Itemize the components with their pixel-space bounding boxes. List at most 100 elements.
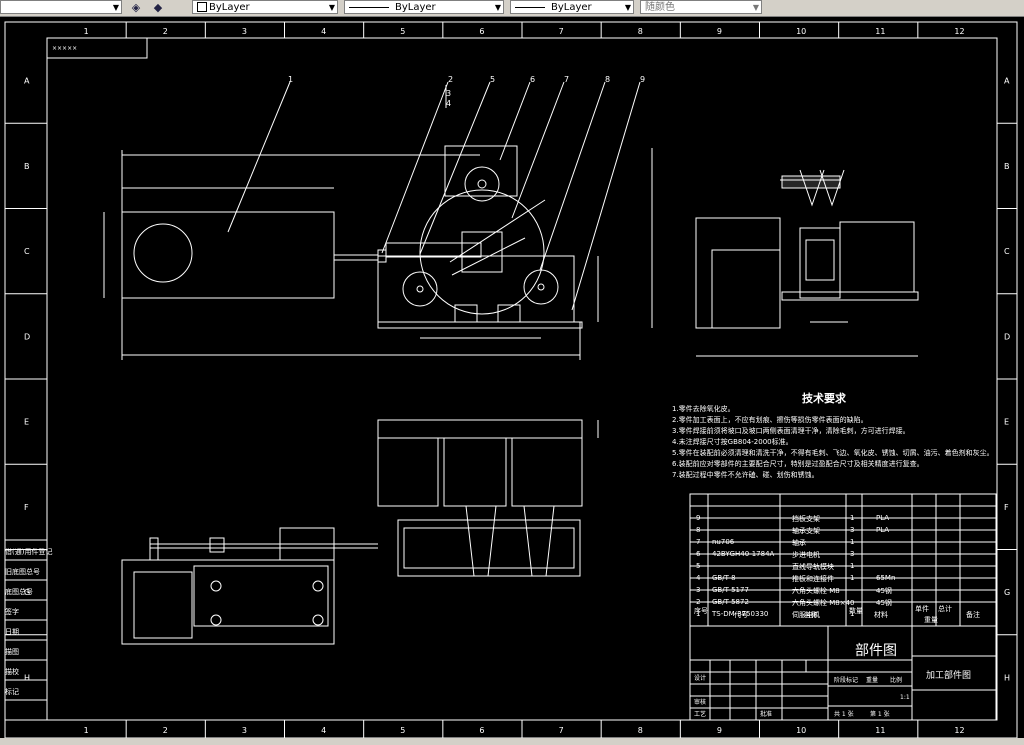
column-label-top: 5 [400, 27, 405, 36]
part-balloon: 8 [605, 75, 610, 84]
top-view [121, 419, 599, 645]
lineweight-dropdown[interactable]: ByLayer ▼ [510, 0, 634, 14]
row-label-right: B [1004, 162, 1010, 171]
row-label-left: D [24, 332, 30, 341]
color-swatch [197, 2, 207, 12]
part-balloon: 6 [530, 75, 535, 84]
tech-requirement-item: 6.装配前应对零部件的主要配合尺寸，特别是过盈配合尺寸及相关精度进行复查。 [672, 460, 924, 468]
row-label-right: G [1004, 588, 1010, 597]
chevron-down-icon: ▼ [494, 3, 501, 12]
sheet-count: 共 1 张 [834, 710, 854, 718]
column-label-bottom: 3 [242, 726, 247, 735]
bom-header-name: 名称 [804, 611, 818, 619]
bom-header-code: 代号 [734, 611, 748, 619]
chevron-down-icon: ▼ [112, 3, 119, 12]
column-label-bottom: 6 [479, 726, 484, 735]
sidebar-label: 借(通)用件登记 [5, 548, 53, 556]
tech-requirement-item: 7.装配过程中零件不允许磕、碰、划伤和锈蚀。 [672, 471, 819, 479]
bom-no: 7 [696, 538, 701, 546]
row-label-left: B [24, 162, 30, 171]
row-label-left: H [24, 673, 30, 682]
weight-label: 重量 [866, 676, 878, 684]
part-balloon: 2 [448, 75, 453, 84]
column-label-top: 4 [321, 27, 326, 36]
sidebar-label: 底图总号 [5, 588, 33, 596]
lineweight-preview [515, 6, 545, 8]
part-balloon: 1 [288, 75, 293, 84]
column-label-bottom: 5 [400, 726, 405, 735]
column-label-top: 11 [875, 27, 885, 36]
bom-no: 2 [696, 598, 701, 606]
tech-requirement-item: 4.未注焊接尺寸按GB804-2000标准。 [672, 438, 793, 446]
column-label-bottom: 10 [796, 726, 806, 735]
bom-material: 45钢 [876, 587, 892, 595]
column-label-top: 9 [717, 27, 722, 36]
tech-requirement-item: 2.零件加工表面上，不应有划痕、擦伤等损伤零件表面的缺陷。 [672, 416, 868, 424]
column-label-top: 12 [954, 27, 964, 36]
column-label-top: 7 [559, 27, 564, 36]
sheet-number: 第 1 张 [870, 710, 890, 718]
balloon-labels: 1 2 5 6 7 8 9 34 [288, 75, 645, 108]
tech-requirements-title: 技术要求 [802, 392, 846, 405]
part-balloon: 5 [490, 75, 495, 84]
column-ruler [125, 22, 919, 738]
bom-qty: 3 [850, 550, 855, 558]
bom-material: 45钢 [876, 599, 892, 607]
column-label-bottom: 8 [638, 726, 643, 735]
layer-states-icon[interactable]: ◈ [128, 0, 144, 15]
corner-note: ××××× [52, 45, 77, 52]
upper-bracket [444, 145, 518, 197]
bom-name: 步进电机 [792, 551, 820, 559]
color-control-dropdown[interactable]: ByLayer ▼ [192, 0, 338, 14]
properties-toolbar: ◈ ◆ ▼ ByLayer ▼ ByLayer ▼ ByLayer ▼ 随颜色 … [0, 0, 1024, 17]
linetype-dropdown[interactable]: ByLayer ▼ [344, 0, 504, 14]
column-label-bottom: 7 [559, 726, 564, 735]
sidebar-label: 描图 [5, 648, 19, 656]
approve-label: 批准 [760, 710, 772, 718]
bom-header-weight: 重量 [924, 616, 938, 624]
bom-qty: 1 [850, 574, 855, 582]
row-label-right: E [1004, 418, 1009, 427]
front-view [103, 81, 641, 360]
tech-requirement-item: 1.零件去除氧化皮。 [672, 405, 735, 413]
bom-header-total-weight: 总计 [938, 605, 952, 613]
column-label-bottom: 11 [875, 726, 885, 735]
row-label-right: H [1004, 673, 1010, 682]
drawing-canvas[interactable]: 112233445566778899101011111212 A AB BC CD DE… [0, 17, 1024, 745]
outer-border [4, 21, 1018, 739]
column-label-bottom: 12 [954, 726, 964, 735]
row-label-right: D [1004, 332, 1010, 341]
bom-material: PLA [876, 514, 890, 522]
bom-code: nu706 [712, 538, 735, 546]
column-label-top: 3 [242, 27, 247, 36]
bom-qty: 3 [850, 526, 855, 534]
column-label-top: 6 [479, 27, 484, 36]
bom-qty: 1 [850, 562, 855, 570]
column-label-bottom: 4 [321, 726, 326, 735]
plot-style-dropdown[interactable]: 随颜色 ▼ [640, 0, 762, 14]
bom-name: 轴承支架 [792, 527, 820, 535]
inner-border [46, 37, 998, 721]
bom-no: 4 [696, 574, 701, 582]
column-labels: 112233445566778899101011111212 [84, 27, 965, 735]
bom-material: PLA [876, 526, 890, 534]
column-label-top: 2 [163, 27, 168, 36]
command-line[interactable] [0, 738, 1024, 745]
bom-no: 8 [696, 526, 701, 534]
bom-material: 65Mn [876, 574, 896, 582]
layer-dropdown[interactable]: ▼ [0, 0, 122, 14]
row-label-right: A [1004, 77, 1010, 86]
bom-name: 直线导轨模块 [792, 563, 834, 571]
layer-previous-icon[interactable]: ◆ [150, 0, 166, 15]
part-balloon: 7 [564, 75, 569, 84]
base-block [377, 255, 575, 323]
row-label-left: E [24, 418, 29, 427]
motor-housing [121, 211, 335, 299]
design-label: 设计 [694, 674, 706, 682]
bom-header-material: 材料 [874, 611, 888, 619]
bom-code: GB/T 5872 [712, 598, 749, 606]
bom-header-unit-weight: 单件 [915, 605, 929, 613]
bom-no: 6 [696, 550, 701, 558]
linetype-preview [349, 6, 389, 8]
tech-requirement-item: 5.零件在装配前必须清理和清洗干净，不得有毛刺、飞边、氧化皮、锈蚀、切屑、油污、… [672, 449, 994, 457]
